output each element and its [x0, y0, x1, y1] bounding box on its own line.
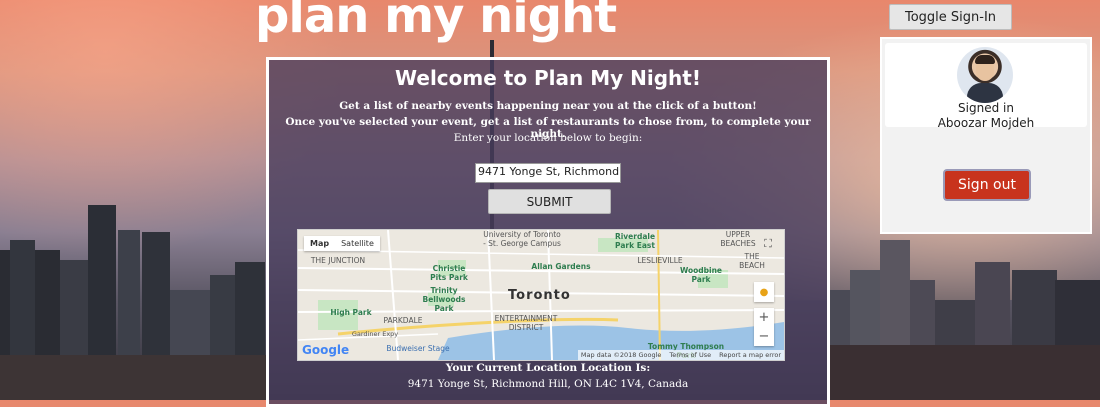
map-label-entertainment: ENTERTAINMENT DISTRICT [494, 314, 558, 332]
map-label-riverdale: Riverdale Park East [614, 232, 656, 250]
map-label-christie: Christie Pits Park [430, 264, 468, 282]
signed-in-label: Signed in [958, 101, 1014, 115]
zoom-out-icon[interactable]: − [754, 327, 774, 346]
map-type-tabs: Map Satellite [304, 236, 380, 251]
app-title: plan my night [255, 0, 617, 44]
sign-out-button[interactable]: Sign out [943, 169, 1031, 201]
main-panel: Welcome to Plan My Night! Get a list of … [266, 57, 830, 407]
google-logo: Google [302, 343, 350, 357]
tab-satellite[interactable]: Satellite [335, 236, 380, 251]
map-label-st-george: University of Toronto - St. George Campu… [483, 230, 561, 248]
avatar [957, 47, 1013, 103]
map-label-allan-gardens: Allan Gardens [531, 262, 591, 271]
map-label-parkdale: PARKDALE [383, 316, 423, 325]
map-label-gardiner: Gardiner Expy [351, 330, 399, 338]
map-label-junction: THE JUNCTION [310, 256, 366, 265]
map-label-budweiser: Budweiser Stage [386, 344, 450, 353]
map-footer: Map data ©2018 Google Terms of Use Repor… [577, 350, 784, 360]
toggle-sign-in-button[interactable]: Toggle Sign-In [889, 4, 1012, 30]
map-label-high-park: High Park [330, 308, 372, 317]
map-label-the-beach: THE BEACH [739, 252, 765, 270]
terms-link[interactable]: Terms of Use [669, 351, 711, 359]
intro-line-3: Enter your location below to begin: [453, 132, 643, 144]
welcome-heading: Welcome to Plan My Night! [395, 66, 701, 90]
pegman-icon[interactable]: ● [754, 282, 774, 302]
map-label-trinity-bellwoods: Trinity Bellwoods Park [422, 286, 466, 313]
map-label-woodbine: Woodbine Park [679, 266, 723, 284]
report-map-error-link[interactable]: Report a map error [719, 351, 781, 359]
current-location-address: 9471 Yonge St, Richmond Hill, ON L4C 1V4… [407, 378, 689, 390]
profile-card: Signed in Aboozar Mojdeh [885, 43, 1087, 130]
map-widget[interactable]: Map Satellite ⛶ University of Toronto - … [297, 229, 785, 361]
zoom-in-icon[interactable]: + [754, 308, 774, 327]
sign-in-panel: Signed in Aboozar Mojdeh Sign out [880, 37, 1092, 234]
map-label-upper-beaches: UPPER BEACHES [720, 230, 756, 248]
intro-line-1: Get a list of nearby events happening ne… [339, 100, 757, 112]
tab-map[interactable]: Map [304, 236, 335, 251]
map-label-leslieville: LESLIEVILLE [637, 256, 683, 265]
map-city-label: Toronto [508, 288, 571, 303]
user-name: Aboozar Mojdeh [937, 116, 1035, 130]
zoom-control: + − [754, 308, 774, 346]
map-data-attribution: Map data ©2018 Google [580, 351, 662, 359]
location-input[interactable]: 9471 Yonge St, Richmond [475, 163, 621, 183]
current-location-title: Your Current Location Location Is: [445, 362, 651, 374]
submit-button[interactable]: SUBMIT [488, 189, 611, 214]
